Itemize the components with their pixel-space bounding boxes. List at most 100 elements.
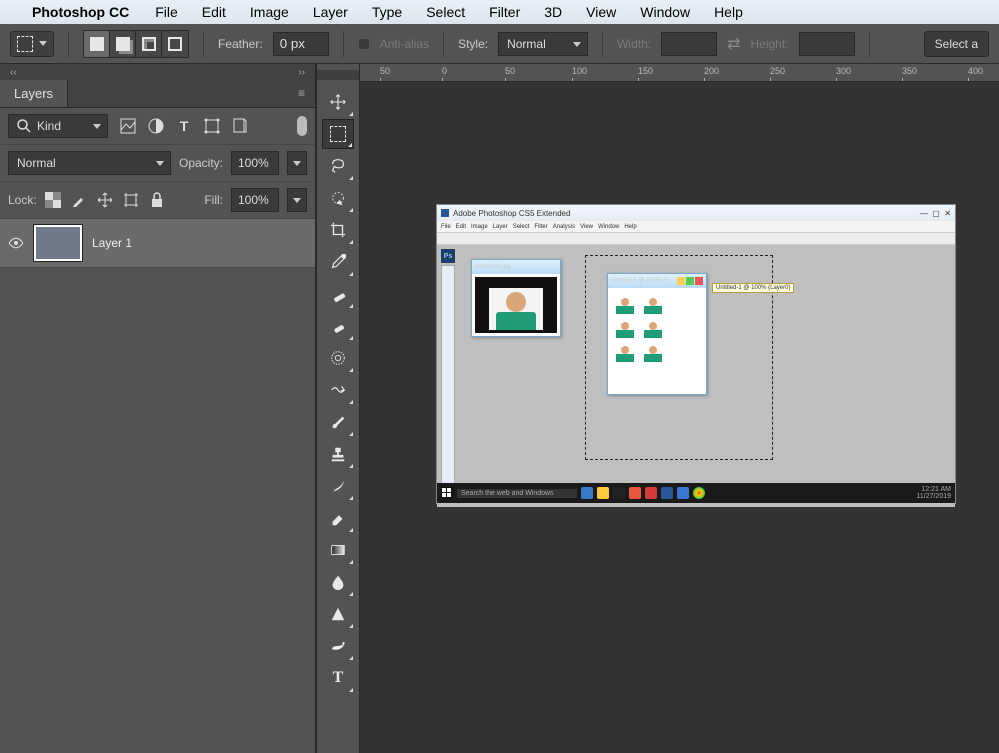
macos-menubar: Photoshop CC File Edit Image Layer Type … (0, 0, 999, 24)
paint-brush-tool[interactable] (322, 407, 354, 437)
add-selection-button[interactable] (110, 31, 136, 57)
new-selection-button[interactable] (84, 31, 110, 57)
app-name[interactable]: Photoshop CC (32, 4, 129, 20)
select-and-mask-button[interactable]: Select a (924, 31, 989, 57)
type-tool[interactable]: T (322, 663, 354, 693)
history-brush-tool[interactable] (322, 375, 354, 405)
menu-select[interactable]: Select (414, 4, 477, 20)
chevron-down-icon (573, 42, 581, 47)
menu-type[interactable]: Type (360, 4, 414, 20)
blur-tool[interactable] (322, 567, 354, 597)
lock-position-icon[interactable] (97, 192, 113, 208)
marquee-icon (17, 36, 33, 52)
horizontal-ruler[interactable]: 50 0 50 100 150 200 250 300 350 400 (360, 64, 999, 82)
lock-pixels-icon[interactable] (71, 192, 87, 208)
stamp-tool[interactable] (322, 439, 354, 469)
lasso-tool[interactable] (322, 151, 354, 181)
style-select[interactable]: Normal (498, 32, 588, 56)
height-label: Height: (751, 37, 789, 51)
filter-shape-icon[interactable] (204, 118, 220, 134)
blend-mode-select[interactable]: Normal (8, 151, 171, 175)
tools-panel: T (316, 64, 360, 753)
toolbar-grip[interactable] (317, 70, 359, 80)
filter-type-icons: T (120, 118, 248, 134)
history-tool[interactable] (322, 471, 354, 501)
taskbar-app-icon (645, 487, 657, 499)
menu-file[interactable]: File (143, 4, 190, 20)
quick-select-tool[interactable] (322, 183, 354, 213)
layer-row[interactable]: Layer 1 (0, 219, 315, 268)
ps-badge-icon: Ps (441, 249, 455, 263)
taskbar-search-text: Search the web and Windows (457, 489, 577, 498)
embedded-window-titlebar: Adobe Photoshop CS5 Extended — ▢ ✕ (437, 205, 955, 221)
healing-brush-tool[interactable] (322, 279, 354, 309)
panel-collapse-bar[interactable]: ‹‹ ›› (0, 64, 315, 80)
filter-toggle[interactable] (297, 116, 307, 136)
taskbar-app-icon (581, 487, 593, 499)
selection-boolean-group (83, 30, 189, 58)
menu-help[interactable]: Help (702, 4, 755, 20)
menu-window[interactable]: Window (628, 4, 702, 20)
chevron-down-icon (156, 161, 164, 166)
clone-stamp-tool[interactable] (322, 343, 354, 373)
menu-image[interactable]: Image (238, 4, 301, 20)
separator (869, 31, 870, 57)
current-tool-preset[interactable] (10, 31, 54, 57)
ruler-tick: 350 (902, 66, 917, 76)
lock-transparency-icon[interactable] (45, 192, 61, 208)
fill-value[interactable]: 100% (231, 188, 279, 212)
taskbar-app-icon (661, 487, 673, 499)
marquee-tool[interactable] (322, 119, 354, 149)
filter-pixel-icon[interactable] (120, 118, 136, 134)
antialias-checkbox (358, 38, 370, 50)
intersect-selection-button[interactable] (162, 31, 188, 57)
tab-layers[interactable]: Layers (0, 80, 68, 107)
fill-dropdown[interactable] (287, 188, 307, 212)
canvas-document-image[interactable]: Adobe Photoshop CS5 Extended — ▢ ✕ FileE… (436, 204, 956, 504)
collapse-left-icon: ‹‹ (10, 67, 17, 78)
filter-kind-select[interactable]: Kind (8, 114, 108, 138)
opacity-value[interactable]: 100% (231, 151, 279, 175)
workspace: ‹‹ ›› Layers ≡ Kind T Normal (0, 64, 999, 753)
opacity-dropdown[interactable] (287, 151, 307, 175)
collapse-right-icon: ›› (298, 67, 305, 78)
menu-filter[interactable]: Filter (477, 4, 532, 20)
ruler-tick: 250 (770, 66, 785, 76)
separator (68, 31, 69, 57)
panel-menu-button[interactable]: ≡ (288, 80, 315, 107)
lock-all-icon[interactable] (149, 192, 165, 208)
menu-edit[interactable]: Edit (190, 4, 238, 20)
layer-thumbnail[interactable] (34, 225, 82, 261)
eraser-tool[interactable] (322, 503, 354, 533)
filter-smartobject-icon[interactable] (232, 118, 248, 134)
taskbar-app-icon (677, 487, 689, 499)
taskbar-app-icon (629, 487, 641, 499)
opacity-label: Opacity: (179, 156, 223, 170)
visibility-toggle[interactable] (8, 235, 24, 251)
pen-tool[interactable] (322, 631, 354, 661)
filter-adjustment-icon[interactable] (148, 118, 164, 134)
separator (443, 31, 444, 57)
feather-input[interactable] (273, 32, 329, 56)
tooltip: Untitled-1 @ 100% (Layer0) (712, 283, 794, 293)
taskbar-app-icon (693, 487, 705, 499)
layer-name[interactable]: Layer 1 (92, 236, 132, 250)
gradient-tool[interactable] (322, 535, 354, 565)
subtract-selection-button[interactable] (136, 31, 162, 57)
crop-tool[interactable] (322, 215, 354, 245)
chevron-down-icon (293, 198, 301, 203)
lock-label: Lock: (8, 193, 37, 207)
dodge-tool[interactable] (322, 599, 354, 629)
brush-tool[interactable] (322, 311, 354, 341)
menu-layer[interactable]: Layer (301, 4, 360, 20)
eyedropper-tool[interactable] (322, 247, 354, 277)
doc2-title: Untitled-1 @ 100% (L... (608, 274, 706, 288)
lock-artboard-icon[interactable] (123, 192, 139, 208)
menu-3d[interactable]: 3D (532, 4, 574, 20)
ruler-tick: 100 (572, 66, 587, 76)
filter-type-icon[interactable]: T (176, 118, 192, 134)
menu-view[interactable]: View (574, 4, 628, 20)
move-tool[interactable] (322, 87, 354, 117)
height-input (799, 32, 855, 56)
canvas-area[interactable]: 50 0 50 100 150 200 250 300 350 400 Adob… (360, 64, 999, 753)
